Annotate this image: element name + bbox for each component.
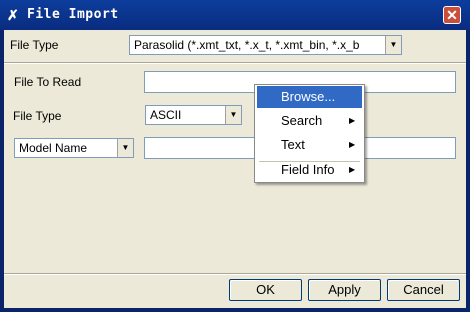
tools-icon: ✗	[7, 7, 19, 23]
menu-item-label: Search	[281, 113, 323, 128]
menu-item-field-info[interactable]: Field Info ▶	[257, 159, 362, 181]
button-bar-separator	[4, 273, 466, 275]
file-to-read-label: File To Read	[14, 75, 82, 89]
close-button[interactable]: ✕	[443, 6, 461, 24]
file-type-dropdown[interactable]: Parasolid (*.xmt_txt, *.x_t, *.xmt_bin, …	[129, 35, 402, 55]
model-name-dropdown-arrow-icon[interactable]: ▼	[117, 139, 133, 157]
separator	[4, 62, 466, 64]
window-title: File Import	[27, 7, 119, 22]
menu-item-search[interactable]: Search ▶	[257, 110, 362, 132]
ok-button[interactable]: OK	[229, 279, 302, 301]
menu-item-label: Browse...	[281, 89, 336, 104]
submenu-arrow-icon: ▶	[349, 165, 356, 174]
menu-item-label: Field Info	[281, 162, 335, 177]
file-format-dropdown-arrow-icon[interactable]: ▼	[225, 106, 241, 124]
submenu-arrow-icon: ▶	[349, 140, 356, 149]
file-type-label: File Type	[10, 38, 59, 52]
menu-item-browse[interactable]: Browse...	[257, 86, 362, 108]
title-bar[interactable]: ✗ File Import ✕	[0, 0, 470, 30]
context-menu: Browse... Search ▶ Text ▶ Field Info ▶	[254, 84, 365, 183]
file-format-label: File Type	[13, 109, 62, 123]
cancel-button[interactable]: Cancel	[387, 279, 460, 301]
submenu-arrow-icon: ▶	[349, 116, 356, 125]
file-format-value: ASCII	[150, 108, 182, 122]
file-type-dropdown-arrow-icon[interactable]: ▼	[385, 36, 401, 54]
menu-item-text[interactable]: Text ▶	[257, 134, 362, 156]
apply-button[interactable]: Apply	[308, 279, 381, 301]
model-name-option: Model Name	[19, 141, 88, 155]
file-type-value: Parasolid (*.xmt_txt, *.x_t, *.xmt_bin, …	[134, 38, 360, 52]
menu-item-label: Text	[281, 137, 305, 152]
model-name-dropdown[interactable]: Model Name	[14, 138, 134, 158]
